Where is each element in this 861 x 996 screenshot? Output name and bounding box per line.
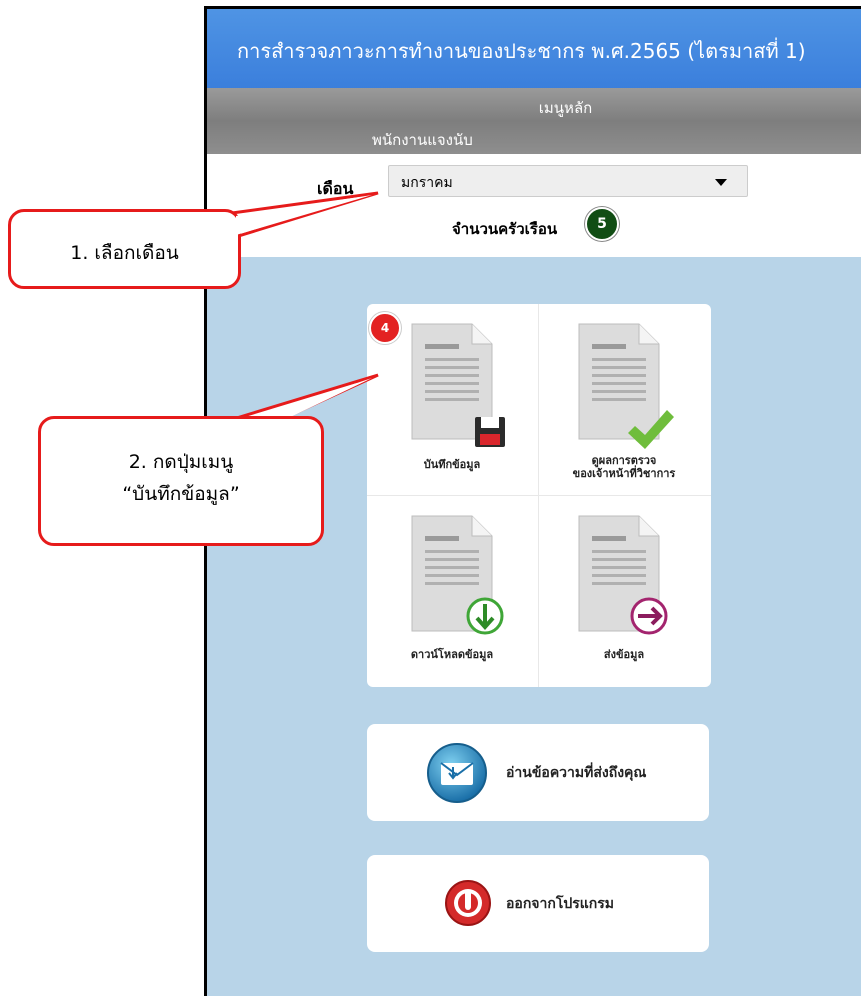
send-data-button[interactable]: ส่งข้อมูล <box>539 496 709 686</box>
callout-step-2-line1: 2. กดปุ่มเมนู <box>128 451 234 473</box>
month-select[interactable]: มกราคม <box>388 165 748 197</box>
exit-program-button[interactable]: ออกจากโปรแกรม <box>367 855 709 952</box>
read-messages-label: อ่านข้อความที่ส่งถึงคุณ <box>506 765 647 781</box>
menu-header: เมนูหลัก พนักงานแจงนับ <box>207 88 861 154</box>
record-data-label: บันทึกข้อมูล <box>423 458 481 471</box>
household-count-label: จำนวนครัวเรือน <box>452 220 558 238</box>
title-bar: การสำรวจภาวะการทำงานของประชากร พ.ศ.2565 … <box>207 9 861 88</box>
power-icon <box>445 880 491 926</box>
document-check-icon <box>578 323 674 449</box>
app-title: การสำรวจภาวะการทำงานของประชากร พ.ศ.2565 … <box>237 39 806 63</box>
month-select-value: มกราคม <box>401 175 453 191</box>
document-send-icon <box>578 515 668 635</box>
menu-grid: บันทึกข้อมูล ดูผลการตรวจ ของเจ้าหน้าที่ว… <box>367 304 711 687</box>
download-data-label: ดาวน์โหลดข้อมูล <box>410 648 494 661</box>
read-messages-button[interactable]: อ่านข้อความที่ส่งถึงคุณ <box>367 724 709 821</box>
chevron-down-icon <box>715 179 727 186</box>
menu-label: เมนูหลัก <box>538 99 593 117</box>
send-data-label: ส่งข้อมูล <box>603 648 645 661</box>
callout-step-2-line2: “บันทึกข้อมูล” <box>122 483 240 505</box>
staff-label: พนักงานแจงนับ <box>372 131 473 149</box>
callout-step-1: 1. เลือกเดือน <box>8 209 241 289</box>
main-content: บันทึกข้อมูล ดูผลการตรวจ ของเจ้าหน้าที่ว… <box>207 257 861 996</box>
view-results-label-2: ของเจ้าหน้าที่วิชาการ <box>572 467 676 480</box>
month-row: เดือน มกราคม จำนวนครัวเรือน 5 <box>207 154 861 257</box>
download-data-button[interactable]: ดาวน์โหลดข้อมูล <box>367 496 537 686</box>
callout-step-1-text: 1. เลือกเดือน <box>70 242 179 264</box>
mail-icon <box>427 743 487 803</box>
month-label: เดือน <box>317 179 354 198</box>
household-count-badge: 5 <box>585 207 619 241</box>
record-count-badge: 4 <box>369 312 401 344</box>
view-results-button[interactable]: ดูผลการตรวจ ของเจ้าหน้าที่วิชาการ <box>539 304 709 494</box>
exit-program-label: ออกจากโปรแกรม <box>506 896 615 912</box>
callout-step-2: 2. กดปุ่มเมนู “บันทึกข้อมูล” <box>38 416 324 546</box>
view-results-label-1: ดูผลการตรวจ <box>591 454 657 467</box>
document-download-icon <box>411 515 504 635</box>
